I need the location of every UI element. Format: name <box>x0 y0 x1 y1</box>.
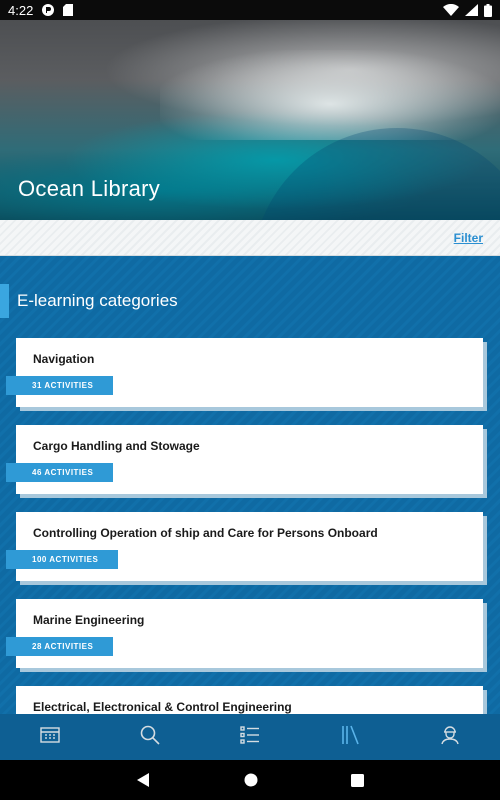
nav-profile[interactable] <box>400 714 500 760</box>
sd-card-icon <box>63 4 74 16</box>
section-title: E-learning categories <box>17 291 178 310</box>
category-title: Electrical, Electronical & Control Engin… <box>33 700 292 714</box>
status-time: 4:22 <box>8 2 34 18</box>
back-icon[interactable] <box>136 773 151 787</box>
profile-icon <box>440 725 460 750</box>
cell-signal-icon <box>465 4 478 16</box>
hero-banner: Ocean Library <box>0 20 500 220</box>
list-icon <box>240 725 260 749</box>
category-card-cargo-handling[interactable]: Cargo Handling and Stowage 46 ACTIVITIES <box>6 425 483 494</box>
filter-link[interactable]: Filter <box>454 231 483 245</box>
wifi-icon <box>443 4 459 16</box>
system-nav-bar <box>0 760 500 800</box>
activities-badge: 100 ACTIVITIES <box>6 550 119 569</box>
filter-bar: Filter <box>0 220 500 256</box>
category-card-navigation[interactable]: Navigation 31 ACTIVITIES <box>6 338 483 407</box>
section-accent-bar <box>0 284 9 318</box>
search-icon <box>140 725 160 750</box>
activities-badge: 46 ACTIVITIES <box>6 463 114 482</box>
category-title: Marine Engineering <box>33 613 145 627</box>
category-card-marine-engineering[interactable]: Marine Engineering 28 ACTIVITIES <box>6 599 483 668</box>
recents-icon[interactable] <box>350 773 364 787</box>
nav-list[interactable] <box>200 714 300 760</box>
library-icon <box>341 725 359 750</box>
activities-badge: 31 ACTIVITIES <box>6 376 114 395</box>
battery-icon <box>484 3 492 17</box>
hero-wave-foam <box>160 50 500 140</box>
nav-library[interactable] <box>300 714 400 760</box>
category-card-electrical-engineering[interactable]: Electrical, Electronical & Control Engin… <box>16 686 483 714</box>
dashboard-icon <box>40 726 60 748</box>
category-title: Controlling Operation of ship and Care f… <box>33 526 378 540</box>
category-title: Cargo Handling and Stowage <box>33 439 200 453</box>
home-icon[interactable] <box>244 773 258 787</box>
category-title: Navigation <box>33 352 95 366</box>
categories-section: E-learning categories Navigation 31 ACTI… <box>0 256 500 714</box>
activities-badge: 28 ACTIVITIES <box>6 637 114 656</box>
category-card-controlling-operation[interactable]: Controlling Operation of ship and Care f… <box>6 512 483 581</box>
hero-decorative-circle <box>252 128 500 220</box>
page-title: Ocean Library <box>18 176 161 201</box>
nav-search[interactable] <box>100 714 200 760</box>
bottom-nav <box>0 714 500 760</box>
nav-dashboard[interactable] <box>0 714 100 760</box>
status-bar: 4:22 <box>0 0 500 20</box>
app-notification-icon <box>41 3 55 17</box>
